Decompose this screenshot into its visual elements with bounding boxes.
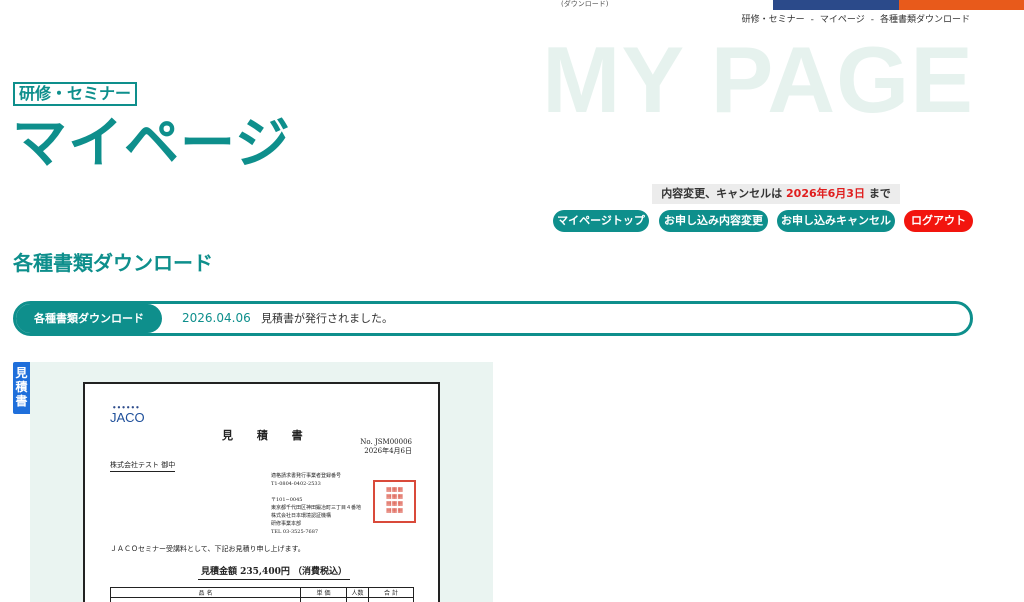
breadcrumb-item-mypage[interactable]: マイページ	[820, 15, 865, 25]
deadline-prefix: 内容変更、キャンセルは	[661, 187, 783, 200]
issuer-line: TEL 03-3525-7687	[271, 529, 319, 535]
page-title: マイページ	[12, 111, 291, 175]
issuer-line: 〒101−0045	[271, 497, 303, 503]
notice-date: 2026.04.06	[182, 311, 251, 325]
notice-bar: 各種書類ダウンロード 2026.04.06 見積書が発行されました。	[13, 301, 973, 336]
breadcrumb-separator: -	[810, 15, 814, 25]
column-header: 合 計	[368, 587, 414, 598]
issuer-info: 適格請求書発行事業者登録番号 T1-0804-0402-2533 〒101−00…	[271, 472, 361, 536]
issuer-line: 適格請求書発行事業者登録番号	[271, 473, 342, 479]
table-row	[110, 597, 414, 602]
notice-message[interactable]: 見積書が発行されました。	[261, 304, 393, 333]
mypage-top-button[interactable]: マイページトップ	[553, 210, 649, 232]
document-number: No. JSM00006	[360, 438, 412, 446]
issuer-line	[271, 488, 361, 496]
logout-button[interactable]: ログアウト	[904, 210, 973, 232]
breadcrumb-separator: -	[870, 15, 874, 25]
issuer-line: T1-0804-0402-2533	[271, 481, 321, 487]
section-heading: 各種書類ダウンロード	[13, 251, 213, 275]
document-number-block: No. JSM00006 2026年4月6日	[360, 438, 412, 456]
document-tab-estimate[interactable]: 見積書	[13, 362, 30, 414]
deadline-date: 2026年6月3日	[786, 187, 865, 200]
column-header: 単 価	[300, 587, 347, 598]
background-title: MY PAGE	[542, 27, 974, 132]
header-orange-block[interactable]	[899, 0, 1024, 10]
change-application-button[interactable]: お申し込み内容変更	[659, 210, 768, 232]
jaco-logo: JACO	[110, 410, 145, 425]
top-header-bar	[773, 0, 1024, 10]
document-intro: ＪＡＣＯセミナー受講料として、下記お見積り申し上げます。	[110, 545, 305, 553]
estimate-table: 品 名 単 価 人数 合 計	[110, 587, 414, 602]
deadline-suffix: まで	[868, 187, 891, 200]
estimate-document[interactable]: ●●●●●● JACO 見 積 書 No. JSM00006 2026年4月6日…	[83, 382, 440, 602]
table-header-row: 品 名 単 価 人数 合 計	[110, 587, 414, 598]
header-navy-block[interactable]	[773, 0, 899, 10]
notice-tag: 各種書類ダウンロード	[16, 304, 162, 333]
column-header: 人数	[346, 587, 369, 598]
document-preview-area: ●●●●●● JACO 見 積 書 No. JSM00006 2026年4月6日…	[30, 362, 493, 602]
breadcrumb: 研修・セミナー - マイページ - 各種書類ダウンロード	[739, 12, 973, 25]
estimate-total: 見積金額 235,400円 （消費税込）	[198, 564, 350, 580]
logo-mark: ●●●●●●	[113, 405, 141, 409]
issuer-line: 研修事業本部	[271, 521, 302, 527]
addressee: 株式会社テスト 御中	[110, 460, 176, 472]
company-seal-icon: ▦▦▦ ▦▦▦ ▦▦▦ ▦▦▦	[373, 480, 416, 523]
column-header: 品 名	[110, 587, 301, 598]
document-title: 見 積 書	[222, 429, 313, 442]
cancel-application-button[interactable]: お申し込みキャンセル	[777, 210, 895, 232]
deadline-notice: 内容変更、キャンセルは 2026年6月3日 まで	[652, 184, 900, 204]
category-label: 研修・セミナー	[13, 82, 138, 106]
document-date: 2026年4月6日	[364, 447, 412, 455]
breadcrumb-item-seminar[interactable]: 研修・セミナー	[742, 15, 805, 25]
issuer-line: 株式会社日本環境認証機構	[271, 513, 332, 519]
breadcrumb-item-current: 各種書類ダウンロード	[879, 15, 970, 25]
download-note: (ダウンロード)	[561, 0, 609, 8]
issuer-line: 東京都千代田区神田鍛冶町三丁目４番地	[271, 505, 362, 511]
